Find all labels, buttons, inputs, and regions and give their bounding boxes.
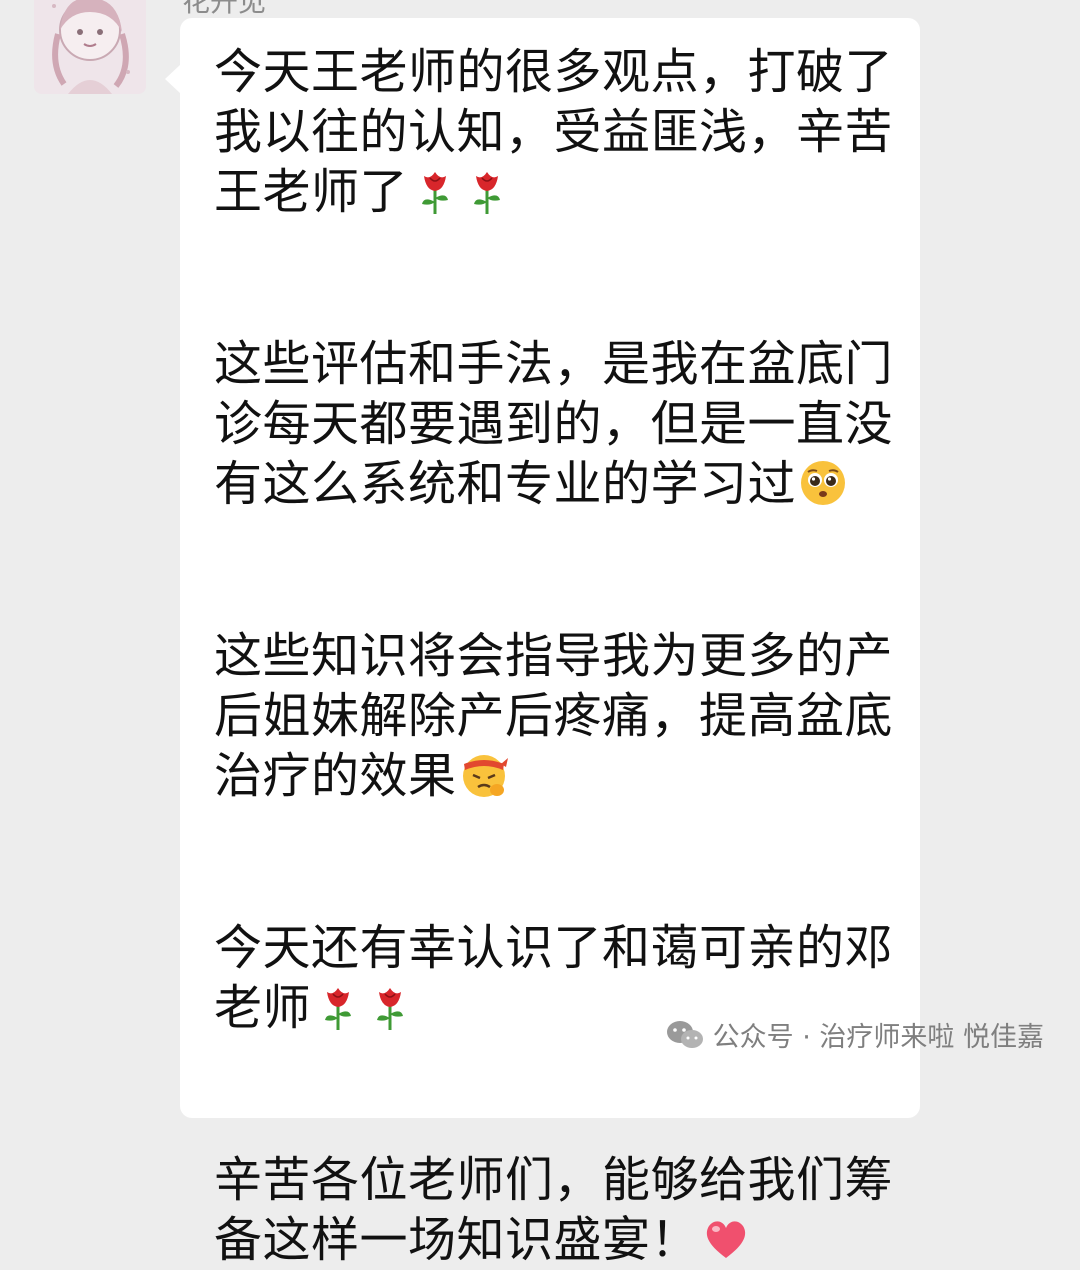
message-bubble[interactable]: 今天王老师的很多观点，打破了 我以往的认知，受益匪浅，辛苦 王老师了 这些评估和… [165,18,920,1268]
bubble-tail [165,64,181,94]
heart-icon [706,1221,746,1258]
message-line: 今天还有幸认识了和蔼可亲的邓 [214,920,894,976]
rose-icon [422,172,449,214]
message-line: 备这样一场知识盛宴！ [214,1210,904,1270]
message-line: 治疗的效果 [214,746,904,806]
watermark-text: 公众号 · 治疗师来啦 悦佳嘉 [712,1022,1044,1053]
rose-icon [325,988,352,1030]
sender-name: 花开见 [182,0,267,18]
message-line: 今天王老师的很多观点，打破了 [214,44,894,100]
message-line: 辛苦各位老师们，能够给我们筹 [214,1152,894,1208]
message-text: 今天王老师的很多观点，打破了 我以往的认知，受益匪浅，辛苦 王老师了 这些评估和… [214,42,904,1270]
message-line: 王老师了 [214,162,904,222]
message-paragraph-2: 这些评估和手法，是我在盆底门 诊每天都要遇到的，但是一直没 有这么系统和专业的学… [214,334,904,514]
avatar-illustration [34,0,146,94]
avatar[interactable] [34,0,146,94]
message-paragraph-5: 辛苦各位老师们，能够给我们筹 备这样一场知识盛宴！ [214,1150,904,1270]
pleading-face-icon [801,461,846,505]
message-line: 有这么系统和专业的学习过 [214,454,904,514]
wechat-official-account-icon [666,1020,703,1048]
message-paragraph-3: 这些知识将会指导我为更多的产 后姐妹解除产后疼痛，提高盆底 治疗的效果 [214,626,904,806]
message-line: 这些知识将会指导我为更多的产 [214,628,894,684]
rose-icon [377,988,404,1030]
determined-face-headband-icon [462,755,508,797]
message-line: 我以往的认知，受益匪浅，辛苦 [214,104,894,160]
message-line: 后姐妹解除产后疼痛，提高盆底 [214,688,894,744]
message-paragraph-1: 今天王老师的很多观点，打破了 我以往的认知，受益匪浅，辛苦 王老师了 [214,42,904,222]
rose-icon [474,172,501,214]
watermark: 公众号 · 治疗师来啦 悦佳嘉 [665,1015,1044,1054]
message-line: 这些评估和手法，是我在盆底门 [214,336,894,392]
message-line: 诊每天都要遇到的，但是一直没 [214,396,894,452]
